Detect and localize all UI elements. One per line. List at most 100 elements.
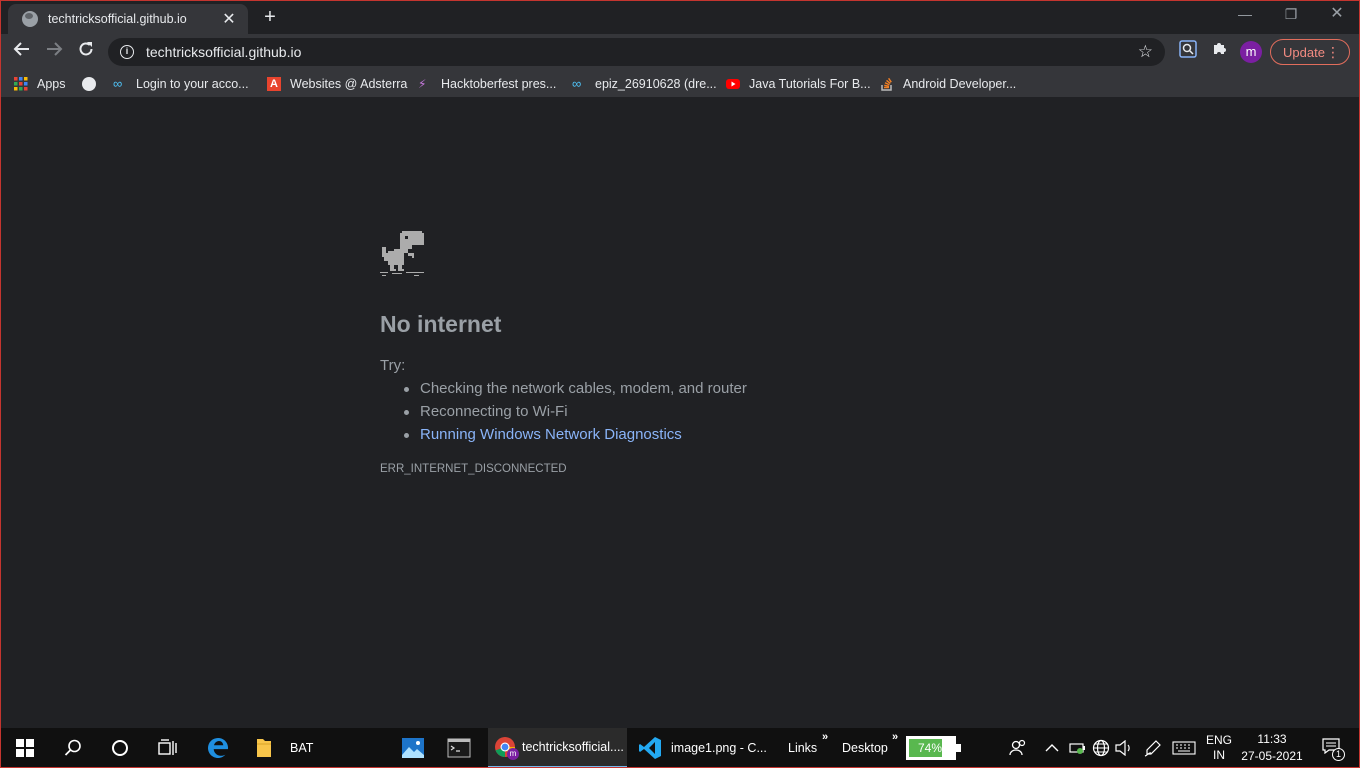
youtube-icon <box>726 79 740 89</box>
chrome-icon: m <box>494 736 519 760</box>
back-arrow-icon <box>13 42 29 56</box>
site-info-icon[interactable]: i <box>120 45 134 59</box>
tab-strip: techtricksofficial.github.io ✕ + — ❐ ✕ <box>0 0 1360 34</box>
network-diagnostics-link[interactable]: Running Windows Network Diagnostics <box>404 426 682 443</box>
cortana-button[interactable] <box>108 728 132 768</box>
toolbar-links[interactable]: Links » <box>788 728 828 768</box>
clock-time: 11:33 <box>1257 732 1287 746</box>
bookmark-label: epiz_26910628 (dre... <box>595 77 717 91</box>
lens-extension-icon[interactable] <box>1176 40 1200 64</box>
back-button[interactable] <box>8 38 36 66</box>
taskbar-chrome[interactable]: m techtricksofficial.... <box>488 728 627 768</box>
language-code: ENG <box>1205 733 1232 747</box>
battery-tray-icon[interactable] <box>1068 728 1088 768</box>
bookmark-login[interactable]: ∞ Login to your acco... <box>113 74 249 94</box>
clock[interactable]: 11:33 27-05-2021 <box>1238 728 1306 768</box>
network-globe-icon[interactable] <box>1090 728 1112 768</box>
bookmark-globe[interactable] <box>82 74 105 94</box>
taskbar-file-explorer[interactable]: BAT <box>246 728 385 768</box>
edge-browser-icon <box>208 738 229 758</box>
tab-active[interactable]: techtricksofficial.github.io ✕ <box>8 4 248 34</box>
tab-close-icon[interactable]: ✕ <box>220 9 238 29</box>
toolbar-label: Links <box>788 741 818 755</box>
profile-avatar[interactable]: m <box>1240 41 1262 63</box>
taskbar-edge[interactable] <box>204 728 232 768</box>
bookmark-epiz[interactable]: ∞ epiz_26910628 (dre... <box>572 74 717 94</box>
pen-workspace-icon[interactable] <box>1142 728 1164 768</box>
people-icon[interactable] <box>1006 728 1030 768</box>
battery-percent: 74% <box>917 741 943 755</box>
battery-tip <box>956 744 961 752</box>
search-button[interactable] <box>62 728 84 768</box>
vscode-icon <box>639 736 661 759</box>
bookmark-label: Apps <box>37 77 66 91</box>
input-language[interactable]: ENG IN <box>1202 728 1236 768</box>
bookmark-hacktoberfest[interactable]: ⚡ Hacktoberfest pres... <box>418 74 556 94</box>
update-button[interactable]: Update ⋮ <box>1270 39 1350 65</box>
cortana-circle-icon <box>112 740 128 756</box>
bookmarks-bar: Apps ∞ Login to your acco... A Websites … <box>0 70 1360 98</box>
action-center-button[interactable]: 1 <box>1316 728 1346 768</box>
error-page: No internet Try: Checking the network ca… <box>0 99 1360 729</box>
taskbar-app-label: BAT <box>290 740 314 755</box>
infinity-icon: ∞ <box>113 76 123 91</box>
forward-button[interactable] <box>40 38 68 66</box>
profile-badge-avatar: m <box>507 748 519 760</box>
globe-icon <box>22 11 38 27</box>
folder-icon <box>257 738 271 757</box>
touch-keyboard-icon[interactable] <box>1170 728 1198 768</box>
task-view-button[interactable] <box>156 728 180 768</box>
url-text[interactable]: techtricksofficial.github.io <box>146 44 1138 60</box>
bookmark-java-tutorials[interactable]: Java Tutorials For B... <box>726 74 871 94</box>
bookmark-adsterra[interactable]: A Websites @ Adsterra <box>267 74 407 94</box>
start-button[interactable] <box>14 728 36 768</box>
volume-icon[interactable] <box>1114 728 1134 768</box>
restore-button[interactable]: ❐ <box>1268 0 1314 30</box>
globe-icon <box>82 77 96 91</box>
bookmark-label: Websites @ Adsterra <box>290 77 408 91</box>
battery-icon: 74% <box>906 736 961 760</box>
puzzle-icon <box>1214 43 1226 54</box>
toolbar-desktop[interactable]: Desktop » <box>842 728 902 768</box>
bookmark-label: Hacktoberfest pres... <box>441 77 557 91</box>
error-code: ERR_INTERNET_DISCONNECTED <box>380 463 567 475</box>
extensions-puzzle-icon[interactable] <box>1208 40 1232 64</box>
reload-button[interactable] <box>72 38 100 66</box>
battery-widget[interactable]: 74% <box>906 728 962 768</box>
address-bar[interactable]: i techtricksofficial.github.io ☆ <box>108 38 1165 66</box>
taskbar-vscode[interactable]: image1.png - C... <box>634 728 768 768</box>
bookmark-label: Login to your acco... <box>136 77 249 91</box>
notification-count: 1 <box>1332 748 1345 761</box>
tab-title: techtricksofficial.github.io <box>48 12 187 26</box>
bookmark-android-developer[interactable]: Android Developer... <box>880 74 1016 94</box>
search-icon <box>64 739 81 756</box>
suggestion-item: Reconnecting to Wi-Fi <box>404 403 568 420</box>
terminal-icon <box>447 738 471 757</box>
new-tab-button[interactable]: + <box>258 6 282 30</box>
adsterra-icon: A <box>267 77 281 91</box>
browser-toolbar: i techtricksofficial.github.io ☆ m Updat… <box>0 34 1360 70</box>
bookmark-label: Java Tutorials For B... <box>749 77 871 91</box>
task-view-icon <box>158 739 177 755</box>
bookmark-apps[interactable]: Apps <box>14 74 66 94</box>
notification-icon: 1 <box>1321 738 1345 761</box>
update-label: Update <box>1283 44 1325 60</box>
hacktoberfest-icon: ⚡ <box>418 77 427 91</box>
chevron-right-icon: » <box>892 731 899 743</box>
forward-arrow-icon <box>47 42 63 56</box>
region-code: IN <box>1213 748 1225 762</box>
taskbar-terminal[interactable] <box>444 728 474 768</box>
windows-taskbar: BAT m techtricksofficial.... image1.png … <box>0 728 1360 768</box>
more-menu-icon[interactable]: ⋮ <box>1326 44 1340 60</box>
minimize-button[interactable]: — <box>1222 0 1268 30</box>
suggestion-item: Checking the network cables, modem, and … <box>404 380 747 397</box>
chevron-up-icon[interactable] <box>1042 728 1062 768</box>
infinity-icon: ∞ <box>572 76 582 91</box>
close-window-button[interactable]: ✕ <box>1314 0 1360 30</box>
photos-icon <box>402 738 424 758</box>
reload-icon <box>79 42 93 56</box>
bookmark-star-icon[interactable]: ☆ <box>1138 42 1153 62</box>
taskbar-photos[interactable] <box>398 728 428 768</box>
clock-date: 27-05-2021 <box>1241 749 1303 763</box>
chevron-right-icon: » <box>822 731 829 743</box>
